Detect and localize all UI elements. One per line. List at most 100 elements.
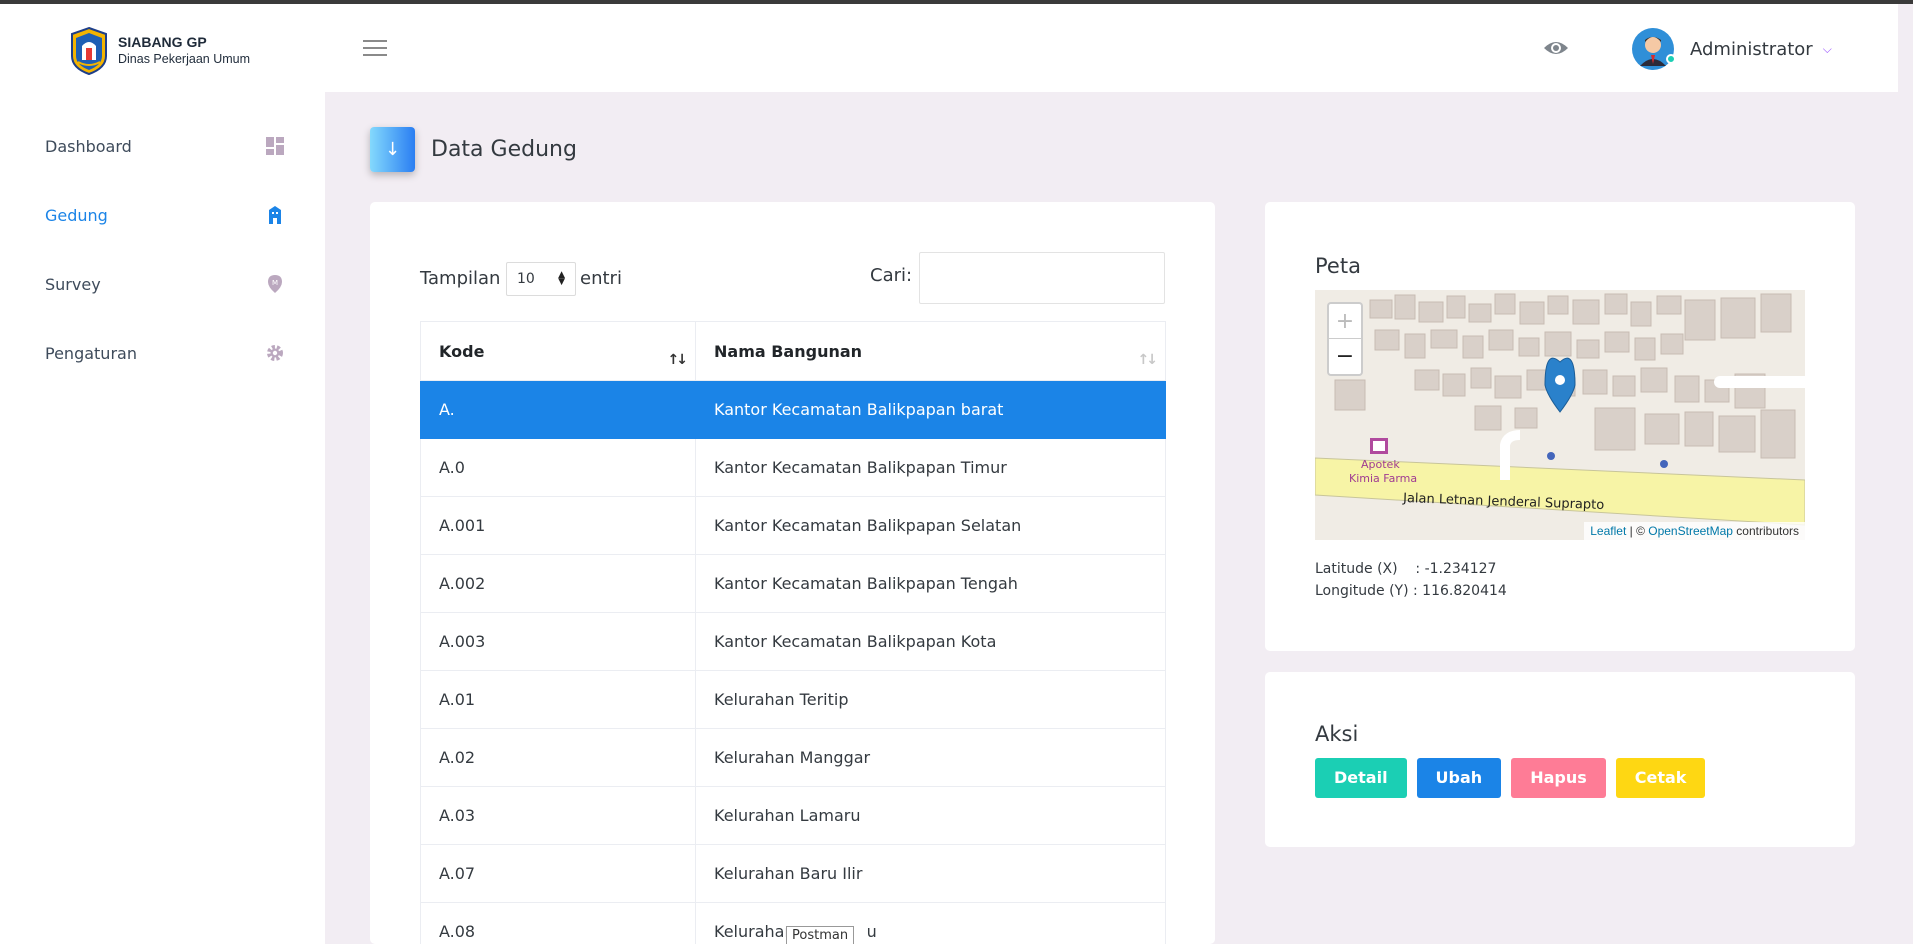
cell-nama: Kelurahan u <box>695 902 1166 944</box>
menu-toggle-icon[interactable] <box>363 40 387 58</box>
table-row[interactable]: A.001 Kantor Kecamatan Balikpapan Selatan <box>420 496 1166 555</box>
table-card: Tampilan 10 ▲ ▼ entri Cari: Kode ↑↓ Nama B… <box>370 202 1215 944</box>
avatar <box>1632 28 1676 70</box>
column-header-label: Nama Bangunan <box>714 341 863 361</box>
table-row[interactable]: A.002 Kantor Kecamatan Balikpapan Tengah <box>420 554 1166 613</box>
sidebar-item-label: Dashboard <box>45 136 132 156</box>
column-header-kode[interactable]: Kode ↑↓ <box>420 321 696 381</box>
map-label-shop-2: Kimia Farma <box>1349 472 1417 485</box>
sort-icon: ↑↓ <box>667 352 689 368</box>
zoom-out-button[interactable]: − <box>1329 339 1361 374</box>
sidebar-item-label: Survey <box>45 274 101 294</box>
page-title: Data Gedung <box>431 137 577 162</box>
select-arrows-icon: ▲ ▼ <box>558 270 565 287</box>
sidebar-item-dashboard[interactable]: Dashboard <box>45 126 285 166</box>
search-label: Cari: <box>870 265 913 286</box>
table-row[interactable]: A.0 Kantor Kecamatan Balikpapan Timur <box>420 438 1166 497</box>
map-view[interactable]: Apotek Kimia Farma Jalan Letnan Jenderal… <box>1315 290 1805 540</box>
osm-link[interactable]: OpenStreetMap <box>1648 524 1733 538</box>
aksi-card-title: Aksi <box>1315 722 1359 746</box>
eye-icon[interactable] <box>1543 38 1569 58</box>
cell-kode: A.02 <box>420 728 696 787</box>
profile-dropdown[interactable]: Administrator ⌵ <box>1632 28 1832 70</box>
dashboard-icon <box>265 136 285 156</box>
length-select[interactable]: 10 ▲ ▼ <box>506 262 576 296</box>
detail-button[interactable]: Detail <box>1315 758 1407 798</box>
data-table: Kode ↑↓ Nama Bangunan ↑↓ A. Kantor Kecamata… <box>420 321 1166 944</box>
latitude-value: : -1.234127 <box>1415 561 1497 577</box>
latitude-label: Latitude (X) <box>1315 561 1398 577</box>
sidebar-item-survey[interactable]: Survey M <box>45 264 285 304</box>
map-tiles: Apotek Kimia Farma Jalan Letnan Jenderal… <box>1315 290 1805 540</box>
zoom-in-button[interactable]: + <box>1329 304 1361 339</box>
online-status-dot <box>1666 54 1676 64</box>
cell-kode: A.003 <box>420 612 696 671</box>
attribution-separator: | © <box>1626 524 1649 538</box>
ubah-button[interactable]: Ubah <box>1416 758 1502 798</box>
map-card-title: Peta <box>1315 254 1361 278</box>
avatar-icon <box>1632 28 1674 70</box>
cell-nama: Kantor Kecamatan Balikpapan barat <box>695 380 1166 439</box>
arrow-down-icon: ↓ <box>370 127 415 172</box>
cell-nama: Kelurahan Baru Ilir <box>695 844 1166 903</box>
table-row[interactable]: A.02 Kelurahan Manggar <box>420 728 1166 787</box>
cell-nama: Kantor Kecamatan Balikpapan Kota <box>695 612 1166 671</box>
action-buttons: Detail Ubah Hapus Cetak <box>1315 758 1706 798</box>
aksi-card: Aksi Detail Ubah Hapus Cetak <box>1265 672 1855 847</box>
table-row[interactable]: A.003 Kantor Kecamatan Balikpapan Kota <box>420 612 1166 671</box>
page-header: ↓ Data Gedung <box>370 127 577 172</box>
cell-kode: A.07 <box>420 844 696 903</box>
table-row[interactable]: A. Kantor Kecamatan Balikpapan barat <box>420 380 1166 439</box>
map-card: Peta Apotek Kimia Farma Jalan Letnan Jen… <box>1265 202 1855 651</box>
gear-icon <box>265 343 285 363</box>
sidebar-item-gedung[interactable]: Gedung <box>45 195 285 235</box>
cell-kode: A.03 <box>420 786 696 845</box>
hapus-button[interactable]: Hapus <box>1511 758 1606 798</box>
cetak-button[interactable]: Cetak <box>1615 758 1706 798</box>
top-navbar: SIABANG GP Dinas Pekerjaan Umum Administ… <box>0 4 1898 92</box>
cell-nama: Kantor Kecamatan Balikpapan Selatan <box>695 496 1166 555</box>
brand-title: SIABANG GP <box>118 34 207 50</box>
longitude-label: Longitude (Y) <box>1315 583 1409 599</box>
building-icon <box>265 205 285 225</box>
cell-nama-text: Kelurahan <box>714 922 795 941</box>
cell-nama: Kantor Kecamatan Balikpapan Tengah <box>695 554 1166 613</box>
column-header-nama[interactable]: Nama Bangunan ↑↓ <box>695 321 1166 381</box>
cell-kode: A.01 <box>420 670 696 729</box>
sidebar-item-label: Pengaturan <box>45 343 137 363</box>
longitude-value: : 116.820414 <box>1413 583 1507 599</box>
map-label-shop: Apotek <box>1361 458 1400 471</box>
cell-nama: Kelurahan Manggar <box>695 728 1166 787</box>
cell-nama: Kelurahan Teritip <box>695 670 1166 729</box>
column-header-label: Kode <box>439 341 485 361</box>
map-marker-icon: M <box>265 274 285 294</box>
sidebar: Dashboard Gedung Survey M Pengaturan <box>0 92 325 944</box>
length-suffix: entri <box>580 268 622 289</box>
table-row[interactable]: A.07 Kelurahan Baru Ilir <box>420 844 1166 903</box>
svg-text:M: M <box>272 279 278 287</box>
coordinates: Latitude (X) : -1.234127 Longitude (Y) :… <box>1315 558 1507 602</box>
sidebar-item-pengaturan[interactable]: Pengaturan <box>45 333 285 373</box>
brand-subtitle: Dinas Pekerjaan Umum <box>118 52 250 66</box>
length-label: Tampilan <box>420 268 501 289</box>
cell-kode: A.08 <box>420 902 696 944</box>
search-input[interactable] <box>919 252 1165 304</box>
cell-kode: A.001 <box>420 496 696 555</box>
brand-logo-icon <box>71 26 107 76</box>
table-row[interactable]: A.03 Kelurahan Lamaru <box>420 786 1166 845</box>
cell-nama: Kelurahan Lamaru <box>695 786 1166 845</box>
table-row[interactable]: A.01 Kelurahan Teritip <box>420 670 1166 729</box>
sort-icon: ↑↓ <box>1137 352 1159 368</box>
cell-kode: A.0 <box>420 438 696 497</box>
profile-name: Administrator <box>1690 38 1813 60</box>
brand[interactable]: SIABANG GP Dinas Pekerjaan Umum <box>68 26 250 76</box>
cell-nama-suffix: u <box>866 922 877 941</box>
cell-kode: A. <box>420 380 696 439</box>
tooltip: Postman <box>786 926 855 944</box>
leaflet-link[interactable]: Leaflet <box>1590 524 1626 538</box>
length-value: 10 <box>517 271 535 287</box>
cell-kode: A.002 <box>420 554 696 613</box>
map-attribution: Leaflet | © OpenStreetMap contributors <box>1584 522 1805 540</box>
cell-nama: Kantor Kecamatan Balikpapan Timur <box>695 438 1166 497</box>
attribution-suffix: contributors <box>1732 524 1799 538</box>
